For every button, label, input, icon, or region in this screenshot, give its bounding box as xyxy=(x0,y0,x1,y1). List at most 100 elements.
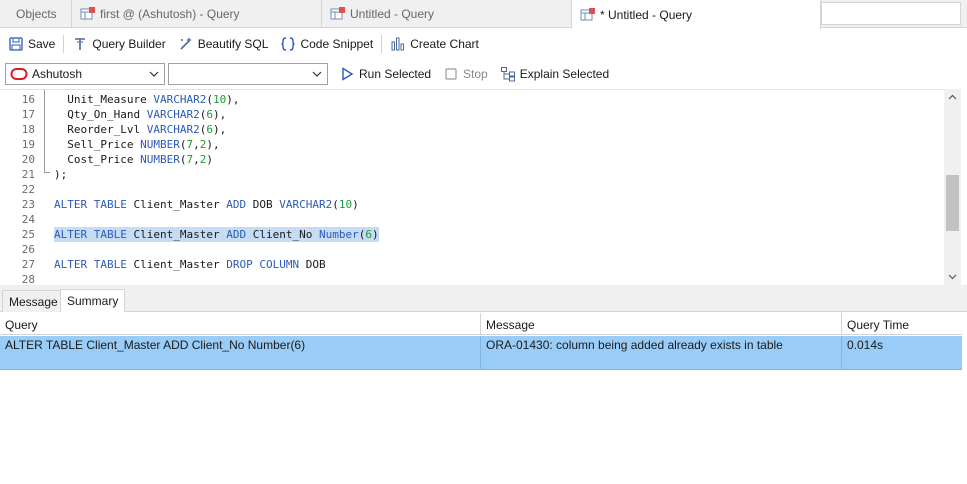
schema-select[interactable] xyxy=(168,63,328,85)
code-line[interactable]: 28 xyxy=(0,272,944,285)
tab-label: first @ (Ashutosh) - Query xyxy=(100,7,240,21)
line-number: 18 xyxy=(21,123,35,136)
line-number: 22 xyxy=(21,183,35,196)
tab-summary[interactable]: Summary xyxy=(60,289,126,312)
cell-query-time: 0.014s xyxy=(847,338,884,352)
create-chart-button[interactable]: Create Chart xyxy=(384,32,485,56)
code-line[interactable]: 17 Qty_On_Hand VARCHAR2(6), xyxy=(0,107,944,122)
line-number: 20 xyxy=(21,153,35,166)
table-row[interactable]: ALTER TABLE Client_Master ADD Client_No … xyxy=(0,336,962,370)
stop-icon xyxy=(445,68,457,80)
grid-header: Query Message Query Time xyxy=(0,313,962,335)
code-line[interactable]: 25 ALTER TABLE Client_Master ADD Client_N… xyxy=(0,227,944,242)
query-table-icon xyxy=(80,6,96,22)
tab-label: * Untitled - Query xyxy=(600,7,693,22)
code-text: Reorder_Lvl VARCHAR2(6), xyxy=(54,123,227,136)
explain-selected-label: Explain Selected xyxy=(519,67,610,81)
query-toolbar: Save Query Builder Beautify SQL Code Sni… xyxy=(0,29,967,59)
code-text: Cost_Price NUMBER(7,2) xyxy=(54,153,213,166)
query-builder-label: Query Builder xyxy=(92,37,166,51)
code-text: ALTER TABLE Client_Master DROP COLUMN DO… xyxy=(54,258,326,271)
beautify-sql-button[interactable]: Beautify SQL xyxy=(172,32,275,56)
connection-name: Ashutosh xyxy=(32,67,83,81)
sql-editor[interactable]: 16 Unit_Measure VARCHAR2(10), 17 Qty_On_H… xyxy=(0,89,961,285)
tab-label: Objects xyxy=(16,7,57,21)
code-line[interactable]: 16 Unit_Measure VARCHAR2(10), xyxy=(0,92,944,107)
query-builder-icon xyxy=(75,38,86,50)
line-number: 24 xyxy=(21,213,35,226)
magic-wand-icon xyxy=(180,37,192,50)
cell-message: ORA-01430: column being added already ex… xyxy=(481,336,842,370)
run-selected-label: Run Selected xyxy=(359,67,432,81)
bar-chart-icon xyxy=(391,37,405,51)
code-line[interactable]: 24 xyxy=(0,212,944,227)
code-text: Unit_Measure VARCHAR2(10), xyxy=(54,93,240,106)
run-selected-button[interactable]: Run Selected xyxy=(334,63,436,85)
code-text: ALTER TABLE Client_Master ADD DOB VARCHA… xyxy=(54,198,359,211)
tab-label: Message xyxy=(9,294,58,309)
save-icon xyxy=(9,37,23,51)
toolbar-divider xyxy=(381,35,383,53)
create-chart-label: Create Chart xyxy=(410,37,479,51)
query-builder-button[interactable]: Query Builder xyxy=(66,32,171,56)
code-line[interactable]: 18 Reorder_Lvl VARCHAR2(6), xyxy=(0,122,944,137)
code-text: Sell_Price NUMBER(7,2), xyxy=(54,138,220,151)
connection-bar: Ashutosh Run Selected Stop Explain Selec… xyxy=(0,60,967,88)
query-table-icon xyxy=(330,6,346,22)
code-text: ALTER TABLE Client_Master ADD Client_No … xyxy=(54,227,379,242)
code-line[interactable]: 19 Sell_Price NUMBER(7,2), xyxy=(0,137,944,152)
braces-icon xyxy=(281,37,295,51)
scroll-down-arrow-icon[interactable] xyxy=(948,272,957,281)
tab-active-untitled-query[interactable]: * Untitled - Query xyxy=(572,0,821,29)
line-number: 26 xyxy=(21,243,35,256)
beautify-sql-label: Beautify SQL xyxy=(197,37,269,51)
stop-button[interactable]: Stop xyxy=(438,63,493,85)
code-snippet-button[interactable]: Code Snippet xyxy=(274,32,379,56)
code-snippet-label: Code Snippet xyxy=(300,37,374,51)
code-line[interactable]: 27 ALTER TABLE Client_Master DROP COLUMN … xyxy=(0,257,944,272)
line-number: 21 xyxy=(21,168,35,181)
explain-selected-button[interactable]: Explain Selected xyxy=(495,63,614,85)
code-line[interactable]: 20 Cost_Price NUMBER(7,2) xyxy=(0,152,944,167)
code-line[interactable]: 21); xyxy=(0,167,944,182)
save-button[interactable]: Save xyxy=(2,32,61,56)
header-query-time[interactable]: Query Time xyxy=(842,313,962,335)
editor-vertical-scrollbar[interactable] xyxy=(944,89,961,285)
tab-label: Summary xyxy=(67,294,119,308)
code-line[interactable]: 22 xyxy=(0,182,944,197)
line-number: 19 xyxy=(21,138,35,151)
document-tab-bar: Objects first @ (Ashutosh) - Query Untit… xyxy=(0,0,967,29)
query-table-icon xyxy=(580,7,596,23)
tab-objects[interactable]: Objects xyxy=(0,0,72,28)
line-number: 23 xyxy=(21,198,35,211)
line-number: 17 xyxy=(21,108,35,121)
tab-first-query[interactable]: first @ (Ashutosh) - Query xyxy=(72,0,322,28)
chevron-down-icon xyxy=(312,71,322,77)
header-query[interactable]: Query xyxy=(0,313,481,335)
stop-label: Stop xyxy=(463,67,488,81)
summary-grid: Query Message Query Time ALTER TABLE Cli… xyxy=(0,313,967,484)
cell-query: ALTER TABLE Client_Master ADD Client_No … xyxy=(0,336,481,370)
code-text: Qty_On_Hand VARCHAR2(6), xyxy=(54,108,227,121)
line-number: 27 xyxy=(21,258,35,271)
result-tab-bar: Message Summary xyxy=(0,289,967,312)
play-icon xyxy=(342,67,354,81)
scroll-up-arrow-icon[interactable] xyxy=(948,93,957,102)
line-number: 28 xyxy=(21,273,35,285)
explain-tree-icon xyxy=(500,67,515,82)
tab-search-input[interactable] xyxy=(821,2,961,25)
line-number: 16 xyxy=(21,93,35,106)
code-line[interactable]: 23 ALTER TABLE Client_Master ADD DOB VARC… xyxy=(0,197,944,212)
tab-untitled-query[interactable]: Untitled - Query xyxy=(322,0,572,28)
connection-select[interactable]: Ashutosh xyxy=(5,63,165,85)
toolbar-divider xyxy=(63,35,65,53)
tab-message[interactable]: Message xyxy=(2,290,65,312)
code-line[interactable]: 26 xyxy=(0,242,944,257)
code-text: ); xyxy=(54,168,68,181)
save-label: Save xyxy=(28,37,56,51)
oracle-connection-icon xyxy=(10,68,28,80)
chevron-down-icon xyxy=(149,71,159,77)
header-message[interactable]: Message xyxy=(481,313,842,335)
scrollbar-thumb[interactable] xyxy=(946,175,959,231)
line-number: 25 xyxy=(21,228,35,241)
